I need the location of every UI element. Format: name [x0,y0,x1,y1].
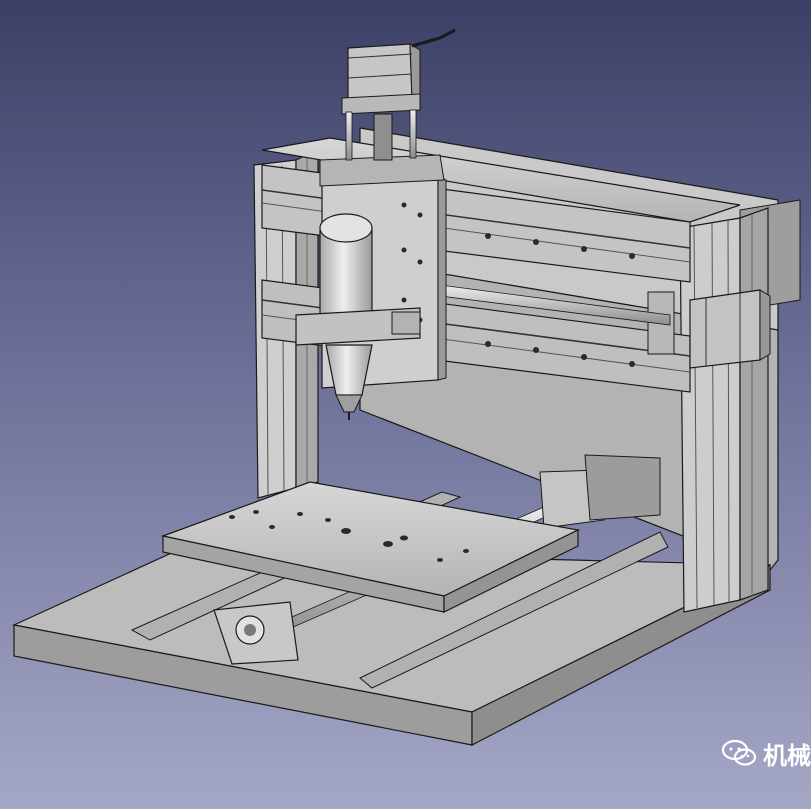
watermark: 机械 [721,737,811,770]
watermark-text: 机械 [763,741,811,770]
wechat-logo-icon [721,739,757,766]
cnc-machine-model[interactable] [0,0,811,809]
x-stepper-motor [689,289,771,369]
right-upright [679,207,769,613]
3d-viewport[interactable]: 机械 [0,0,811,809]
